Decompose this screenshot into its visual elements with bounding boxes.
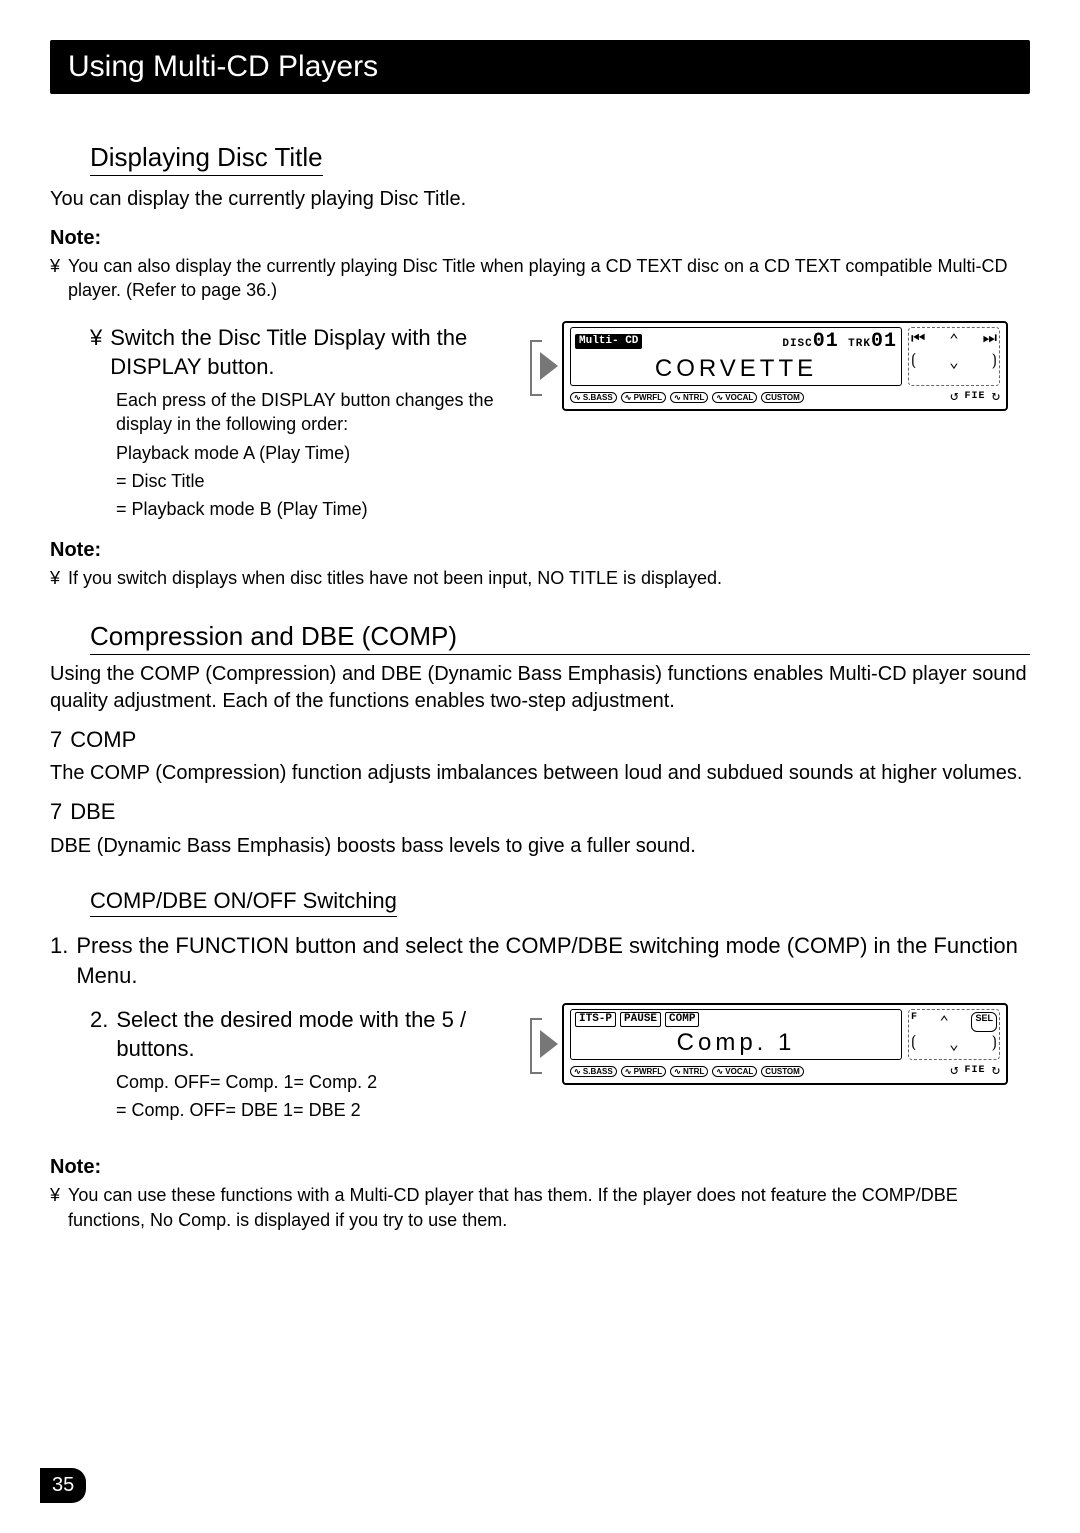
comp-badge: COMP [665, 1012, 699, 1027]
section-heading-comp: Compression and DBE (COMP) [90, 621, 1030, 655]
note-label: Note: [50, 227, 1030, 250]
step-2: Select the desired mode with the 5 / but… [116, 1005, 520, 1064]
bullet-icon: ¥ [50, 254, 60, 303]
pause-badge: PAUSE [620, 1012, 661, 1027]
section-heading-switching: COMP/DBE ON/OFF Switching [90, 888, 397, 917]
pointer-icon [540, 352, 558, 380]
step-body: = Comp. OFF= DBE 1= DBE 2 [116, 1098, 520, 1122]
step-body: Playback mode A (Play Time) [116, 441, 520, 465]
eq-tag: ∿ S.BASS [570, 1066, 617, 1077]
page-number: 35 [40, 1468, 86, 1503]
section-heading-disc-title: Displaying Disc Title [90, 142, 323, 176]
shuffle-icon: ↻ [992, 1062, 1000, 1079]
eq-tag: ∿ PWRFL [621, 1066, 666, 1077]
step-1: Press the FUNCTION button and select the… [76, 931, 1030, 990]
note-label: Note: [50, 539, 1030, 562]
multi-cd-badge: Multi- CD [575, 334, 642, 349]
pointer-icon [540, 1030, 558, 1058]
step-body: = Disc Title [116, 469, 520, 493]
eq-tag: ∿ NTRL [670, 1066, 708, 1077]
comp-intro: Using the COMP (Compression) and DBE (Dy… [50, 661, 1030, 715]
subsection-dbe: DBE [70, 797, 115, 827]
note-label: Note: [50, 1156, 1030, 1179]
trk-label: TRK [848, 338, 871, 350]
shuffle-icon: ↻ [992, 388, 1000, 405]
down-icon: ⌄ [949, 1034, 959, 1054]
dbe-body: DBE (Dynamic Bass Emphasis) boosts bass … [50, 833, 1030, 860]
subsection-comp: COMP [70, 725, 136, 755]
note-text: If you switch displays when disc titles … [68, 566, 722, 590]
eq-tag: ∿ S.BASS [570, 392, 617, 403]
disc-label: DISC [782, 338, 812, 350]
comp-body: The COMP (Compression) function adjusts … [50, 760, 1030, 787]
note-bullet: ¥ If you switch displays when disc title… [50, 566, 1030, 590]
bullet-icon: ¥ [50, 1183, 60, 1232]
trk-number: 01 [871, 330, 897, 353]
step-body: = Playback mode B (Play Time) [116, 497, 520, 521]
f-label: F [911, 1012, 917, 1032]
sel-badge: SEL [971, 1012, 997, 1032]
prev-icon: ⏮ [911, 330, 925, 350]
display-illustration-2: ITS-P PAUSE COMP Comp. 1 F ⌃ SEL [540, 1003, 1030, 1085]
disc-title-display: CORVETTE [575, 355, 897, 383]
note-text: You can also display the currently playi… [68, 254, 1030, 303]
loop-icon: ↺ [950, 1062, 958, 1079]
eq-tag: ∿ NTRL [670, 392, 708, 403]
eq-tag: ∿ PWRFL [621, 392, 666, 403]
disc-number: 01 [813, 330, 839, 353]
intro-text: You can display the currently playing Di… [50, 186, 1030, 213]
left-icon: ⟮ [911, 352, 916, 372]
note-bullet: ¥ You can also display the currently pla… [50, 254, 1030, 303]
eq-tag: ∿ VOCAL [712, 392, 757, 403]
display-illustration-1: Multi- CD DISC01 TRK01 CORVETTE ⏮ [540, 321, 1030, 411]
step-title: Switch the Disc Title Display with the D… [110, 323, 520, 382]
bullet-icon: ¥ [90, 323, 102, 382]
fie-label: FIE [965, 1065, 986, 1076]
up-icon: ⌃ [939, 1012, 949, 1032]
eq-tag: CUSTOM [761, 392, 804, 403]
fie-label: FIE [965, 391, 986, 402]
step-body: Comp. OFF= Comp. 1= Comp. 2 [116, 1070, 520, 1094]
next-icon: ⏭ [983, 330, 997, 350]
its-p-badge: ITS-P [575, 1012, 616, 1027]
step-number: 1. [50, 931, 68, 990]
bullet-icon: ¥ [50, 566, 60, 590]
eq-tag: ∿ VOCAL [712, 1066, 757, 1077]
left-icon: ⟮ [911, 1034, 916, 1054]
page-title: Using Multi-CD Players [50, 40, 1030, 94]
bullet-icon: 7 [50, 725, 62, 755]
step-number: 2. [90, 1005, 108, 1064]
right-icon: ⟯ [992, 1034, 997, 1054]
eq-tag: CUSTOM [761, 1066, 804, 1077]
note-bullet: ¥ You can use these functions with a Mul… [50, 1183, 1030, 1232]
bullet-icon: 7 [50, 797, 62, 827]
loop-icon: ↺ [950, 388, 958, 405]
step-body: Each press of the DISPLAY button changes… [116, 388, 520, 437]
down-icon: ⌄ [949, 352, 959, 372]
up-icon: ⌃ [949, 330, 959, 350]
note-text: You can use these functions with a Multi… [68, 1183, 1030, 1232]
comp-mode-display: Comp. 1 [575, 1029, 897, 1057]
right-icon: ⟯ [992, 352, 997, 372]
